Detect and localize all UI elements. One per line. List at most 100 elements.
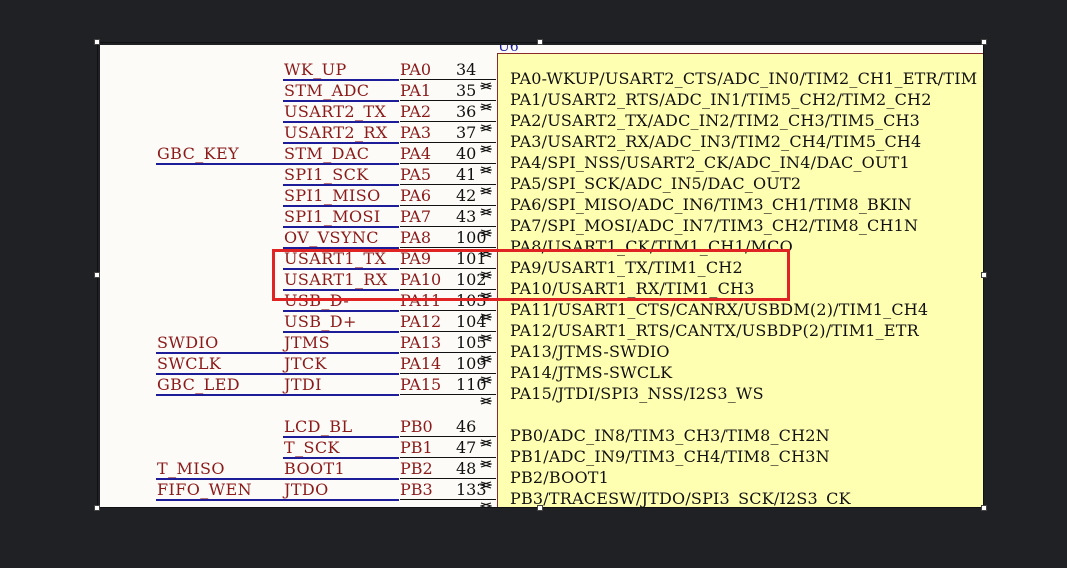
port-name: PA1 xyxy=(400,81,432,100)
schematic-viewer: U6 WK_UP PA0 34 PA0-WKUP/USART2_CTS/ADC_IN0… xyxy=(0,0,1067,568)
net-label[interactable]: USART2_RX xyxy=(284,124,388,142)
component-refdes: U6 xyxy=(498,45,519,55)
port-name: PB0 xyxy=(400,417,433,436)
resize-handle-top-right[interactable] xyxy=(981,39,987,45)
pin-number: 47 xyxy=(456,438,477,457)
left-net-label[interactable]: T_MISO xyxy=(157,460,225,478)
pin-arrow-icon xyxy=(479,75,493,90)
net-label[interactable]: USART2_TX xyxy=(284,103,386,121)
pin-arrow-icon xyxy=(479,453,493,468)
resize-handle-middle-right[interactable] xyxy=(981,272,987,278)
net-label[interactable]: SPI1_MOSI xyxy=(284,208,381,226)
pin-number: 35 xyxy=(456,81,477,100)
port-name: PA13 xyxy=(400,333,442,352)
port-name: PA3 xyxy=(400,123,432,142)
pin-function-label: PA10/USART1_RX/TIM1_CH3 xyxy=(510,279,755,298)
pin-number: 46 xyxy=(456,417,477,436)
port-name: PA9 xyxy=(400,249,432,268)
left-net-wire[interactable] xyxy=(156,394,284,396)
port-name: PA11 xyxy=(400,291,442,310)
port-name: PA8 xyxy=(400,228,432,247)
pin-number: 37 xyxy=(456,123,477,142)
net-label[interactable]: USB_D- xyxy=(284,292,349,310)
schematic-sheet: U6 WK_UP PA0 34 PA0-WKUP/USART2_CTS/ADC_IN0… xyxy=(100,45,983,507)
pin-function-label: PA3/USART2_RX/ADC_IN3/TIM2_CH4/TIM5_CH4 xyxy=(510,132,922,151)
pin-function-label: PA6/SPI_MISO/ADC_IN6/TIM3_CH1/TIM8_BKIN xyxy=(510,195,912,214)
pin-number: 40 xyxy=(456,144,477,163)
pin-function-label: PB3/TRACESW/JTDO/SPI3_SCK/I2S3_CK xyxy=(510,489,851,508)
pin-number: 42 xyxy=(456,186,477,205)
net-label[interactable]: USB_D+ xyxy=(284,313,357,331)
port-name: PA2 xyxy=(400,102,432,121)
pin-function-label: PB1/ADC_IN9/TIM3_CH4/TIM8_CH3N xyxy=(510,447,830,466)
pin-number: 36 xyxy=(456,102,477,121)
port-name: PA14 xyxy=(400,354,442,373)
pin-function-label: PA5/SPI_SCK/ADC_IN5/DAC_OUT2 xyxy=(510,174,802,193)
pin-function-label: PA11/USART1_CTS/CANRX/USBDM(2)/TIM1_CH4 xyxy=(510,300,929,319)
resize-handle-top-left[interactable] xyxy=(94,39,100,45)
pin-arrow-icon xyxy=(479,117,493,132)
net-label[interactable]: USART1_RX xyxy=(284,271,388,289)
port-name: PA15 xyxy=(400,375,442,394)
net-wire[interactable] xyxy=(283,394,399,396)
pin-function-label: PA9/USART1_TX/TIM1_CH2 xyxy=(510,258,743,277)
port-name: PA6 xyxy=(400,186,432,205)
net-label[interactable]: STM_ADC xyxy=(284,82,369,100)
pin-function-label: PA12/USART1_RTS/CANTX/USBDP(2)/TIM1_ETR xyxy=(510,321,919,340)
net-label[interactable]: T_SCK xyxy=(284,439,340,457)
net-label[interactable]: JTMS xyxy=(284,334,330,352)
net-label[interactable]: USART1_TX xyxy=(284,250,386,268)
port-name: PA0 xyxy=(400,60,432,79)
port-name: PB2 xyxy=(400,459,433,478)
left-net-wire[interactable] xyxy=(156,163,284,165)
pin-function-label: PA1/USART2_RTS/ADC_IN1/TIM5_CH2/TIM2_CH2 xyxy=(510,90,932,109)
net-label[interactable]: SPI1_MISO xyxy=(284,187,381,205)
left-net-wire[interactable] xyxy=(156,499,284,501)
port-name: PA5 xyxy=(400,165,432,184)
resize-handle-bottom-right[interactable] xyxy=(981,505,987,511)
pin-function-label: PA13/JTMS-SWDIO xyxy=(510,342,670,361)
pin-number: 34 xyxy=(456,60,477,79)
pin-function-label: PA0-WKUP/USART2_CTS/ADC_IN0/TIM2_CH1_ETR… xyxy=(510,69,978,88)
net-wire[interactable] xyxy=(283,499,399,501)
left-net-label[interactable]: SWCLK xyxy=(157,355,221,373)
left-net-label[interactable]: GBC_LED xyxy=(157,376,240,394)
port-name: PB1 xyxy=(400,438,433,457)
net-label[interactable]: JTDO xyxy=(284,481,329,499)
left-net-label[interactable]: GBC_KEY xyxy=(157,145,239,163)
pin-function-label: PA2/USART2_TX/ADC_IN2/TIM2_CH3/TIM5_CH3 xyxy=(510,111,921,130)
port-name: PA7 xyxy=(400,207,432,226)
pin-function-label: PA4/SPI_NSS/USART2_CK/ADC_IN4/DAC_OUT1 xyxy=(510,153,910,172)
resize-handle-top-middle[interactable] xyxy=(537,39,543,45)
net-label[interactable]: SPI1_SCK xyxy=(284,166,369,184)
pin-arrow-icon xyxy=(479,390,493,405)
net-label[interactable]: WK_UP xyxy=(284,61,347,79)
pin-arrow-icon xyxy=(479,432,493,447)
pin-function-label: PA14/JTMS-SWCLK xyxy=(510,363,673,382)
net-label[interactable]: STM_DAC xyxy=(284,145,369,163)
pin-arrow-icon xyxy=(479,201,493,216)
pin-number: 41 xyxy=(456,165,477,184)
pin-arrow-icon xyxy=(479,96,493,111)
port-name: PB3 xyxy=(400,480,433,499)
net-label[interactable]: OV_VSYNC xyxy=(284,229,379,247)
net-label[interactable]: BOOT1 xyxy=(284,460,345,478)
net-label[interactable]: JTDI xyxy=(284,376,322,394)
resize-handle-middle-left[interactable] xyxy=(94,272,100,278)
left-net-label[interactable]: FIFO_WEN xyxy=(157,481,252,499)
pin-function-label: PA7/SPI_MOSI/ADC_IN7/TIM3_CH2/TIM8_CH1N xyxy=(510,216,919,235)
pin-function-label: PA8/USART1_CK/TIM1_CH1/MCO xyxy=(510,237,793,256)
port-name: PA10 xyxy=(400,270,442,289)
pin-arrow-icon xyxy=(479,180,493,195)
net-label[interactable]: LCD_BL xyxy=(284,418,352,436)
resize-handle-bottom-left[interactable] xyxy=(94,505,100,511)
resize-handle-bottom-middle[interactable] xyxy=(537,505,543,511)
net-label[interactable]: JTCK xyxy=(284,355,327,373)
pin-function-label: PB0/ADC_IN8/TIM3_CH3/TIM8_CH2N xyxy=(510,426,830,445)
port-name: PA12 xyxy=(400,312,442,331)
pin-arrow-icon xyxy=(479,138,493,153)
pin-arrow-icon xyxy=(479,495,493,507)
pin-arrow-icon xyxy=(479,159,493,174)
port-name: PA4 xyxy=(400,144,432,163)
left-net-label[interactable]: SWDIO xyxy=(157,334,219,352)
